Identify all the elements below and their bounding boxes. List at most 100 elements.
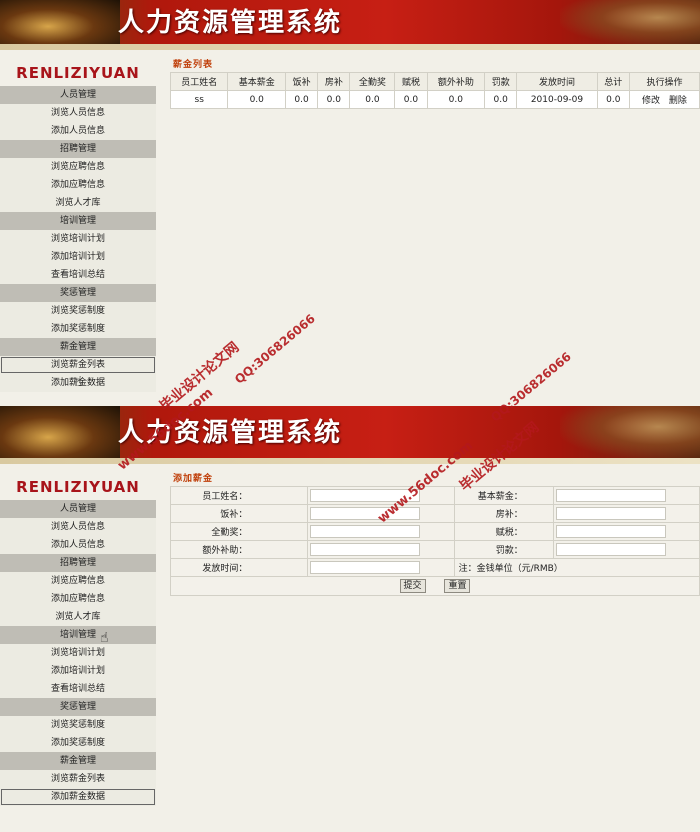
nav-browse-personnel[interactable]: 浏览人员信息 <box>0 104 156 122</box>
nav-browse-personnel[interactable]: 浏览人员信息 <box>0 518 156 536</box>
nav-browse-salary[interactable]: 浏览薪金列表 <box>0 770 156 788</box>
nav-group-rewards[interactable]: 奖惩管理 <box>0 284 156 302</box>
cell-base: 0.0 <box>227 90 286 109</box>
nav-group-rewards[interactable]: 奖惩管理 <box>0 698 156 716</box>
label-housing: 房补： <box>453 504 554 523</box>
nav-browse-training[interactable]: 浏览培训计划 <box>0 644 156 662</box>
cell-date: 2010-09-09 <box>516 90 598 109</box>
edit-link[interactable]: 修改 <box>642 96 660 106</box>
nav-group-recruitment[interactable]: 招聘管理 <box>0 554 156 572</box>
col-header: 饭补 <box>284 72 319 91</box>
screen-add-salary: 人力资源管理系统 RENLIZIYUAN 人员管理 浏览人员信息 添加人员信息 … <box>0 406 700 832</box>
nav-talent-pool[interactable]: 浏览人才库 <box>0 194 156 212</box>
cell-tax: 0.0 <box>394 90 428 109</box>
delete-link[interactable]: 删除 <box>669 96 687 106</box>
mouse-cursor-icon: ☝ <box>100 630 109 646</box>
banner-artwork-right <box>560 0 700 44</box>
add-salary-form: 员工姓名： 基本薪金： 饭补： 房补： 全勤奖： 赋税： 额外补助： 罚款： 发… <box>169 486 700 596</box>
main-content: 薪金列表 员工姓名 基本薪金 饭补 房补 全勤奖 赋税 额外补助 罚款 发放时间… <box>169 58 700 109</box>
col-header: 基本薪金 <box>227 72 286 91</box>
main-content: 添加薪金 员工姓名： 基本薪金： 饭补： 房补： 全勤奖： 赋税： 额外补助： … <box>169 472 700 596</box>
sidebar: RENLIZIYUAN 人员管理 浏览人员信息 添加人员信息 招聘管理 浏览应聘… <box>0 60 156 392</box>
nav-group-recruitment[interactable]: 招聘管理 <box>0 140 156 158</box>
col-header: 总计 <box>596 72 630 91</box>
app-title: 人力资源管理系统 <box>118 8 343 38</box>
form-row: 额外补助： 罚款： <box>169 540 700 559</box>
cell-fine: 0.0 <box>484 90 518 109</box>
mouse-cursor-icon: ☝ <box>74 374 83 390</box>
nav-talent-pool[interactable]: 浏览人才库 <box>0 608 156 626</box>
base-input[interactable] <box>555 489 666 502</box>
nav-group-personnel[interactable]: 人员管理 <box>0 500 156 518</box>
nav-group-salary[interactable]: 薪金管理 <box>0 338 156 356</box>
col-header: 发放时间 <box>516 72 598 91</box>
col-header: 额外补助 <box>426 72 486 91</box>
tax-input[interactable] <box>555 525 666 538</box>
extra-input[interactable] <box>310 543 421 556</box>
cell-housing: 0.0 <box>317 90 351 109</box>
cell-actions: 修改 删除 <box>628 90 700 109</box>
salary-table: 员工姓名 基本薪金 饭补 房补 全勤奖 赋税 额外补助 罚款 发放时间 总计 执… <box>169 72 700 109</box>
label-fine: 罚款： <box>453 540 554 559</box>
currency-note: 注：金钱单位（元/RMB） <box>453 558 700 577</box>
col-header: 赋税 <box>394 72 428 91</box>
nav-browse-rewards[interactable]: 浏览奖惩制度 <box>0 302 156 320</box>
nav-browse-training[interactable]: 浏览培训计划 <box>0 230 156 248</box>
nav-add-personnel[interactable]: 添加人员信息 <box>0 122 156 140</box>
header-banner: 人力资源管理系统 <box>0 406 700 458</box>
nav-browse-applications[interactable]: 浏览应聘信息 <box>0 572 156 590</box>
banner-artwork-right <box>560 406 700 458</box>
label-date: 发放时间： <box>169 558 309 577</box>
header-strip <box>0 458 700 464</box>
nav-browse-applications[interactable]: 浏览应聘信息 <box>0 158 156 176</box>
form-buttons-row: 提交 重置 <box>170 576 700 596</box>
submit-button[interactable]: 提交 <box>399 579 426 593</box>
col-header: 房补 <box>317 72 351 91</box>
cell-name: ss <box>169 90 229 109</box>
nav-add-training[interactable]: 添加培训计划 <box>0 248 156 266</box>
cell-meal: 0.0 <box>284 90 319 109</box>
sidebar: RENLIZIYUAN 人员管理 浏览人员信息 添加人员信息 招聘管理 浏览应聘… <box>0 474 156 806</box>
nav-add-rewards[interactable]: 添加奖惩制度 <box>0 320 156 338</box>
date-input[interactable] <box>310 561 421 574</box>
nav-group-salary[interactable]: 薪金管理 <box>0 752 156 770</box>
nav-add-rewards[interactable]: 添加奖惩制度 <box>0 734 156 752</box>
form-row: 发放时间： 注：金钱单位（元/RMB） <box>169 558 700 577</box>
nav-add-salary[interactable]: 添加薪金数据 <box>0 788 156 806</box>
nav-add-training[interactable]: 添加培训计划 <box>0 662 156 680</box>
table-header-row: 员工姓名 基本薪金 饭补 房补 全勤奖 赋税 额外补助 罚款 发放时间 总计 执… <box>169 72 700 91</box>
nav-add-application[interactable]: 添加应聘信息 <box>0 590 156 608</box>
label-extra: 额外补助： <box>169 540 309 559</box>
header-strip <box>0 44 700 50</box>
label-meal: 饭补： <box>169 504 309 523</box>
col-header: 全勤奖 <box>349 72 396 91</box>
nav-add-application[interactable]: 添加应聘信息 <box>0 176 156 194</box>
cell-attendance: 0.0 <box>349 90 396 109</box>
nav-training-summary[interactable]: 查看培训总结 <box>0 266 156 284</box>
sidebar-logo: RENLIZIYUAN <box>16 64 140 82</box>
form-row: 员工姓名： 基本薪金： <box>169 486 700 505</box>
nav-browse-rewards[interactable]: 浏览奖惩制度 <box>0 716 156 734</box>
form-row: 全勤奖： 赋税： <box>169 522 700 541</box>
col-header: 罚款 <box>484 72 518 91</box>
section-title: 薪金列表 <box>173 60 214 70</box>
banner-artwork <box>0 0 120 44</box>
form-row: 饭补： 房补： <box>169 504 700 523</box>
nav-group-training[interactable]: 培训管理 <box>0 212 156 230</box>
reset-button[interactable]: 重置 <box>444 579 471 593</box>
nav-group-personnel[interactable]: 人员管理 <box>0 86 156 104</box>
nav-group-training[interactable]: 培训管理 <box>0 626 156 644</box>
header-banner: 人力资源管理系统 <box>0 0 700 44</box>
housing-input[interactable] <box>555 507 666 520</box>
col-header: 员工姓名 <box>169 72 229 91</box>
nav-browse-salary[interactable]: 浏览薪金列表 <box>0 356 156 374</box>
nav-training-summary[interactable]: 查看培训总结 <box>0 680 156 698</box>
col-header: 执行操作 <box>628 72 700 91</box>
label-tax: 赋税： <box>453 522 554 541</box>
nav-add-personnel[interactable]: 添加人员信息 <box>0 536 156 554</box>
fine-input[interactable] <box>555 543 666 556</box>
attendance-input[interactable] <box>310 525 421 538</box>
cell-extra: 0.0 <box>426 90 486 109</box>
table-row: ss 0.0 0.0 0.0 0.0 0.0 0.0 0.0 2010-09-0… <box>169 90 700 109</box>
banner-artwork <box>0 406 120 458</box>
